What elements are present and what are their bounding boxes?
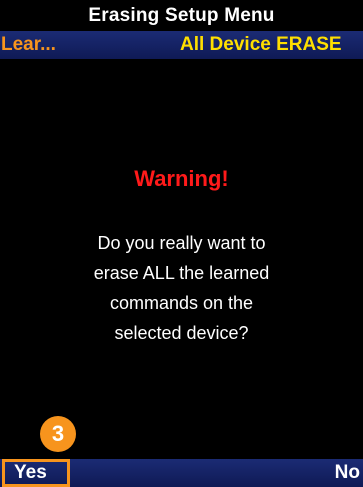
learn-tab-label[interactable]: Lear...: [1, 31, 56, 59]
screen-title: Erasing Setup Menu: [0, 0, 363, 31]
no-softkey[interactable]: No: [335, 459, 360, 487]
all-device-erase-label: All Device ERASE: [180, 34, 342, 55]
confirmation-message: Do you really want to erase ALL the lear…: [93, 233, 270, 343]
step-number-badge: 3: [40, 416, 76, 452]
device-screen: Erasing Setup Menu Lear... All Device ER…: [0, 0, 363, 487]
softkey-bar: Yes No: [0, 459, 363, 487]
yes-softkey[interactable]: Yes: [0, 459, 72, 487]
warning-heading: Warning!: [134, 166, 229, 191]
sub-header-bar: Lear... All Device ERASE: [0, 31, 363, 59]
